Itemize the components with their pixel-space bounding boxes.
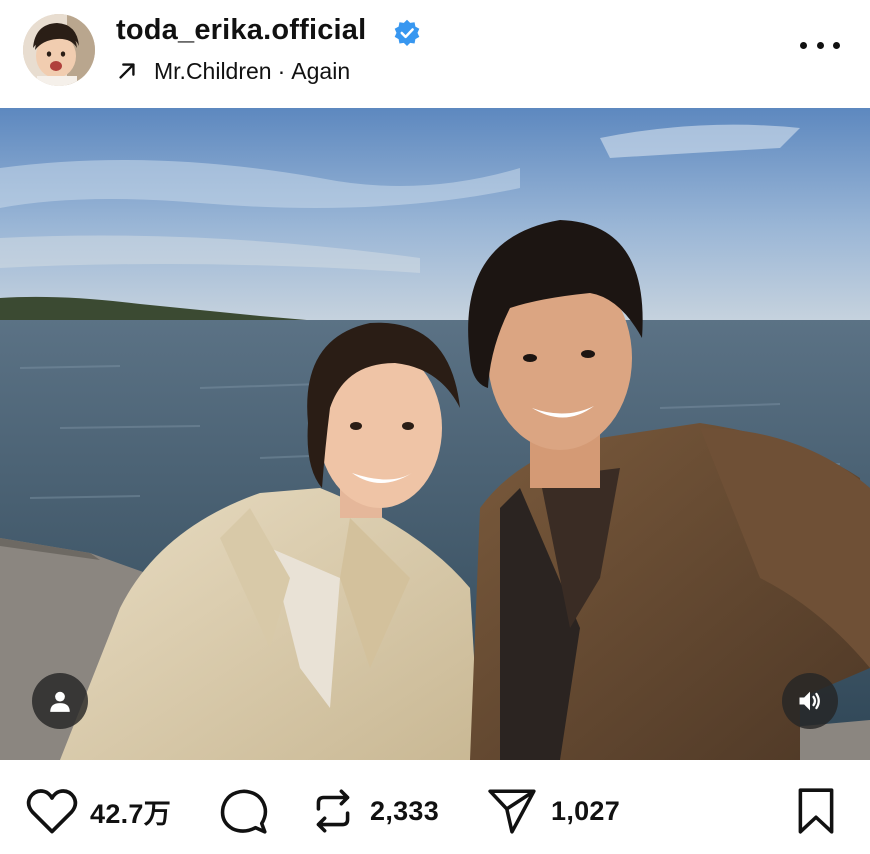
repost-button[interactable]: 2,333 bbox=[308, 786, 439, 836]
sound-toggle-button[interactable] bbox=[782, 673, 838, 729]
save-button[interactable] bbox=[794, 786, 838, 836]
share-count: 1,027 bbox=[551, 795, 621, 826]
music-separator: · bbox=[277, 57, 286, 84]
music-attribution[interactable]: Mr.Children · Again bbox=[116, 56, 350, 86]
avatar[interactable] bbox=[23, 14, 95, 86]
like-button[interactable]: 42.7万 bbox=[26, 786, 171, 836]
bookmark-icon bbox=[798, 788, 834, 834]
repost-icon bbox=[316, 789, 350, 833]
more-icon-dot bbox=[833, 41, 840, 49]
more-icon-dot bbox=[800, 41, 807, 49]
action-bar: 42.7万 2,333 1,027 bbox=[0, 760, 870, 854]
music-artist: Mr.Children bbox=[154, 57, 272, 84]
post-header: toda_erika.official Mr.Children · Again bbox=[0, 0, 870, 108]
volume-icon bbox=[799, 691, 820, 711]
post-photo[interactable] bbox=[0, 108, 870, 760]
verified-badge-icon bbox=[394, 19, 420, 47]
like-count: 42.7万 bbox=[90, 798, 172, 829]
comment-button[interactable] bbox=[218, 786, 270, 836]
share-button[interactable]: 1,027 bbox=[485, 786, 620, 836]
heart-icon bbox=[26, 789, 78, 834]
share-icon bbox=[488, 789, 536, 834]
repost-count: 2,333 bbox=[370, 795, 440, 826]
comment-icon bbox=[220, 789, 268, 834]
user-tag-icon bbox=[50, 691, 70, 712]
music-song: Again bbox=[291, 57, 351, 84]
arrow-up-right-icon bbox=[119, 63, 135, 79]
username[interactable]: toda_erika.official bbox=[116, 14, 366, 47]
more-icon-dot bbox=[816, 41, 824, 49]
more-options-button[interactable] bbox=[800, 30, 840, 60]
user-tag-button[interactable] bbox=[32, 673, 88, 729]
